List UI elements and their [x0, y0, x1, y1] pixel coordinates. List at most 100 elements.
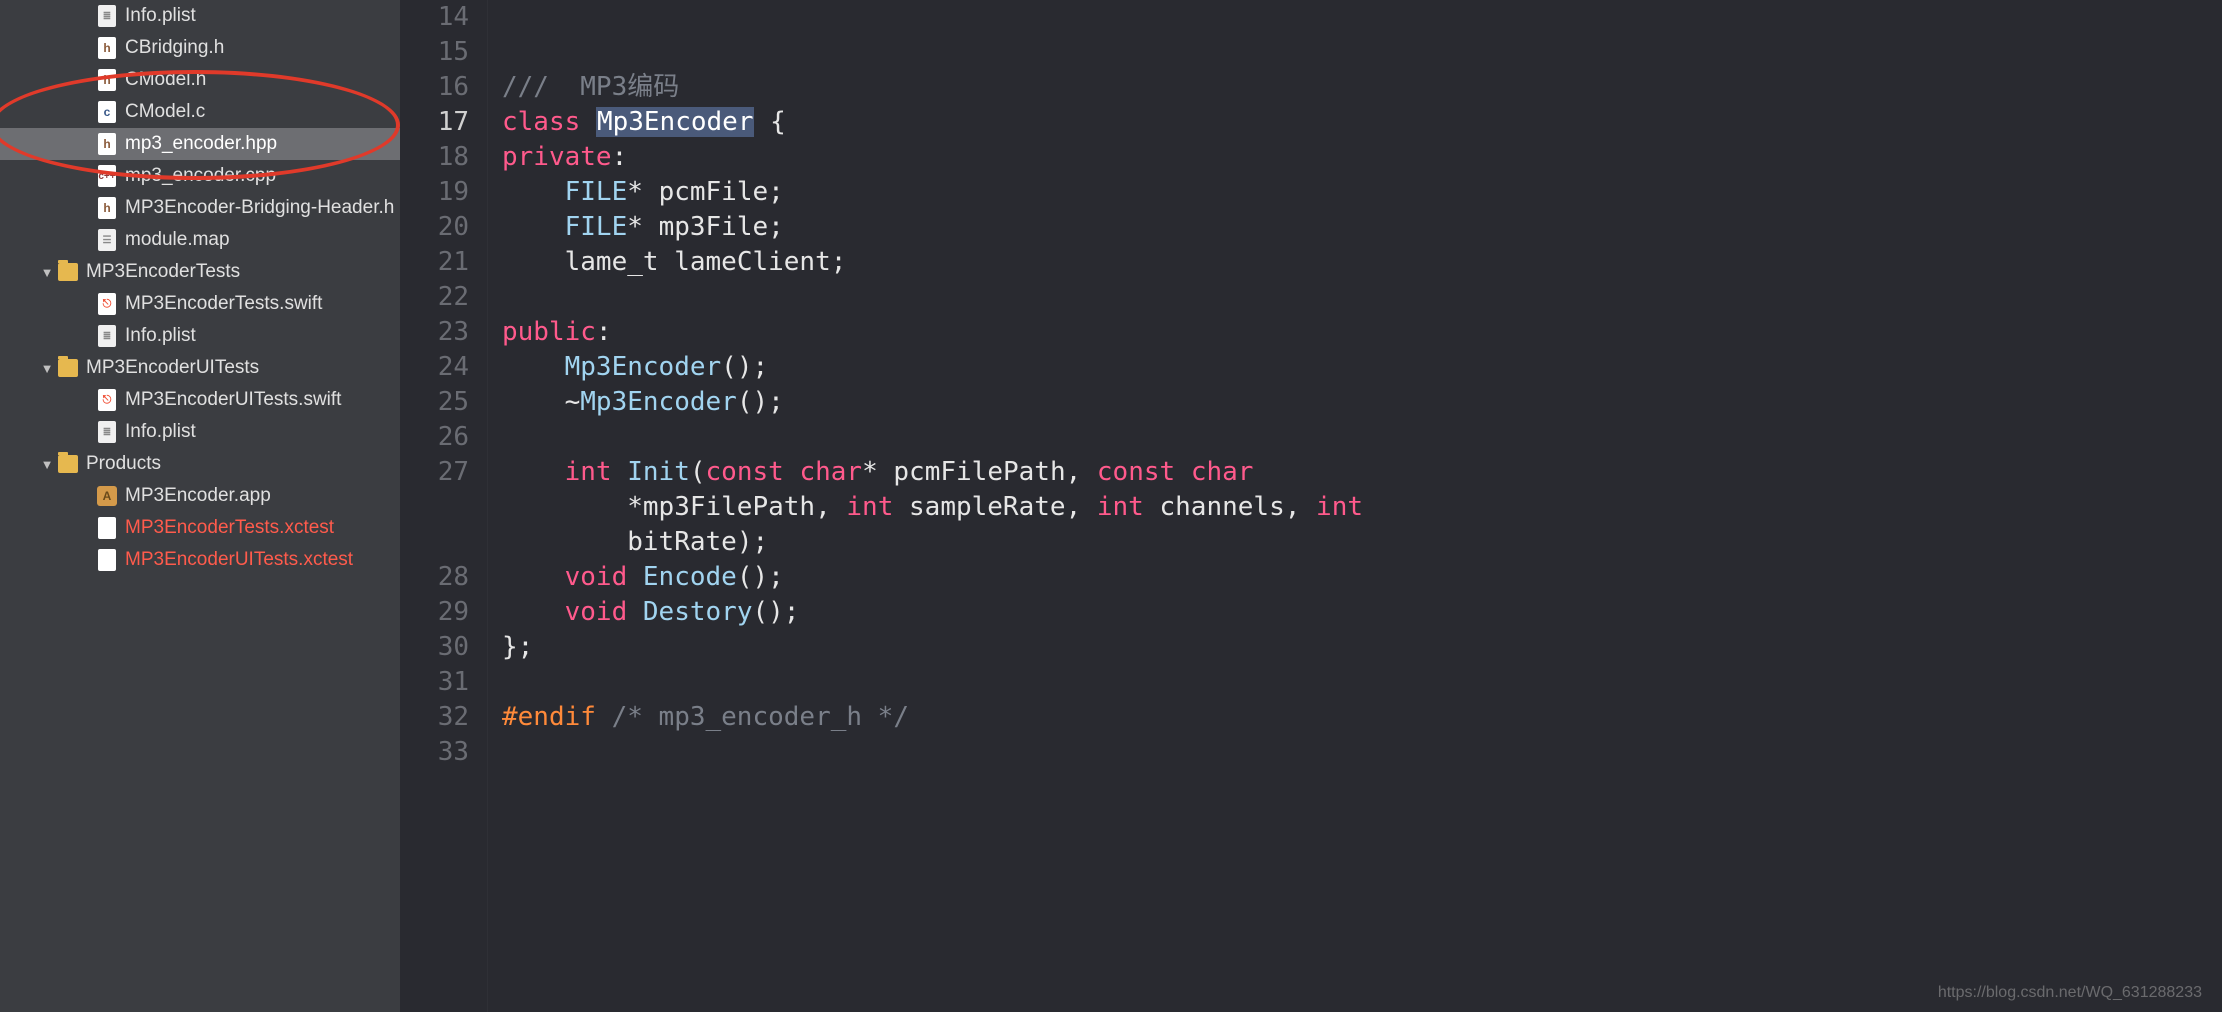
file-tree-item-label: CModel.c [125, 101, 205, 123]
h-file-icon: h [97, 196, 117, 220]
code-editor[interactable]: 1415161718192021222324252627282930313233… [400, 0, 2222, 1012]
file-tree-item-6[interactable]: h MP3Encoder-Bridging-Header.h [0, 192, 400, 224]
disclosure-triangle-icon [79, 9, 93, 23]
app-file-icon: A [97, 484, 117, 508]
code-line[interactable] [502, 665, 2222, 700]
line-number: 19 [400, 175, 469, 210]
file-tree-item-11[interactable]: ▼ MP3EncoderUITests [0, 352, 400, 384]
code-line[interactable]: int Init(const char* pcmFilePath, const … [502, 455, 2222, 490]
file-tree-item-label: MP3EncoderUITests [86, 357, 259, 379]
line-number: 22 [400, 280, 469, 315]
file-tree-item-9[interactable]: ⎋ MP3EncoderTests.swift [0, 288, 400, 320]
file-tree-item-label: Products [86, 453, 161, 475]
file-tree-item-8[interactable]: ▼ MP3EncoderTests [0, 256, 400, 288]
folder-file-icon [58, 260, 78, 284]
line-number: 28 [400, 560, 469, 595]
code-line[interactable]: class Mp3Encoder { [502, 105, 2222, 140]
file-tree-item-label: MP3EncoderTests.swift [125, 293, 322, 315]
folder-file-icon [58, 452, 78, 476]
disclosure-triangle-icon [79, 169, 93, 183]
code-line[interactable]: private: [502, 140, 2222, 175]
disclosure-triangle-icon [79, 297, 93, 311]
line-number: 31 [400, 665, 469, 700]
code-line[interactable]: FILE* pcmFile; [502, 175, 2222, 210]
line-number: 21 [400, 245, 469, 280]
line-number: 27 [400, 455, 469, 490]
code-line[interactable]: void Encode(); [502, 560, 2222, 595]
line-number: 15 [400, 35, 469, 70]
file-tree-item-label: Info.plist [125, 325, 196, 347]
code-line[interactable]: bitRate); [502, 525, 2222, 560]
code-line[interactable]: }; [502, 630, 2222, 665]
swift-file-icon: ⎋ [97, 388, 117, 412]
disclosure-triangle-icon[interactable]: ▼ [40, 457, 54, 471]
file-tree-item-4[interactable]: hmp3_encoder.hpp [0, 128, 400, 160]
code-line[interactable] [502, 0, 2222, 35]
line-number [400, 490, 469, 525]
code-line[interactable] [502, 35, 2222, 70]
line-number: 33 [400, 735, 469, 770]
code-line[interactable]: /// MP3编码 [502, 70, 2222, 105]
disclosure-triangle-icon [79, 393, 93, 407]
h-file-icon: h [97, 36, 117, 60]
folder-file-icon [58, 356, 78, 380]
line-number [400, 525, 469, 560]
file-tree-item-7[interactable]: ☰module.map [0, 224, 400, 256]
code-line[interactable] [502, 735, 2222, 770]
code-line[interactable]: FILE* mp3File; [502, 210, 2222, 245]
code-line[interactable]: ~Mp3Encoder(); [502, 385, 2222, 420]
disclosure-triangle-icon [79, 553, 93, 567]
disclosure-triangle-icon [79, 425, 93, 439]
code-area[interactable]: /// MP3编码class Mp3Encoder {private: FILE… [488, 0, 2222, 1012]
file-tree-item-label: Info.plist [125, 421, 196, 443]
file-tree-item-15[interactable]: A MP3Encoder.app [0, 480, 400, 512]
c-file-icon: c [97, 100, 117, 124]
disclosure-triangle-icon[interactable]: ▼ [40, 265, 54, 279]
disclosure-triangle-icon [79, 73, 93, 87]
file-tree-item-10[interactable]: ≣Info.plist [0, 320, 400, 352]
swift-file-icon: ⎋ [97, 292, 117, 316]
file-tree-item-label: MP3EncoderTests.xctest [125, 517, 334, 539]
file-tree-item-2[interactable]: hCModel.h [0, 64, 400, 96]
code-line[interactable] [502, 280, 2222, 315]
file-tree-item-label: MP3EncoderUITests.xctest [125, 549, 353, 571]
file-tree-item-13[interactable]: ≣Info.plist [0, 416, 400, 448]
line-number: 29 [400, 595, 469, 630]
file-tree-item-label: MP3EncoderTests [86, 261, 240, 283]
code-line[interactable]: void Destory(); [502, 595, 2222, 630]
code-line[interactable]: public: [502, 315, 2222, 350]
h-file-icon: h [97, 68, 117, 92]
file-tree-item-0[interactable]: ≣Info.plist [0, 0, 400, 32]
code-line[interactable]: *mp3FilePath, int sampleRate, int channe… [502, 490, 2222, 525]
test-file-icon [97, 548, 117, 572]
line-number-gutter: 1415161718192021222324252627282930313233 [400, 0, 488, 1012]
line-number: 32 [400, 700, 469, 735]
line-number: 23 [400, 315, 469, 350]
disclosure-triangle-icon [79, 201, 93, 215]
code-line[interactable] [502, 420, 2222, 455]
file-tree-item-12[interactable]: ⎋MP3EncoderUITests.swift [0, 384, 400, 416]
file-navigator[interactable]: ≣Info.plisthCBridging.hhCModel.hcCModel.… [0, 0, 400, 1012]
code-line[interactable]: #endif /* mp3_encoder_h */ [502, 700, 2222, 735]
disclosure-triangle-icon [79, 41, 93, 55]
file-tree-item-16[interactable]: MP3EncoderTests.xctest [0, 512, 400, 544]
disclosure-triangle-icon [79, 105, 93, 119]
test-file-icon [97, 516, 117, 540]
file-tree-item-1[interactable]: hCBridging.h [0, 32, 400, 64]
line-number: 14 [400, 0, 469, 35]
code-line[interactable]: lame_t lameClient; [502, 245, 2222, 280]
file-tree-item-label: mp3_encoder.cpp [125, 165, 276, 187]
file-tree-item-3[interactable]: c CModel.c [0, 96, 400, 128]
module-file-icon: ☰ [97, 228, 117, 252]
disclosure-triangle-icon [79, 233, 93, 247]
file-tree-item-label: MP3Encoder-Bridging-Header.h [125, 197, 394, 219]
file-tree-item-17[interactable]: MP3EncoderUITests.xctest [0, 544, 400, 576]
file-tree-item-5[interactable]: c++mp3_encoder.cpp [0, 160, 400, 192]
disclosure-triangle-icon[interactable]: ▼ [40, 361, 54, 375]
file-tree-item-label: MP3Encoder.app [125, 485, 271, 507]
line-number: 26 [400, 420, 469, 455]
disclosure-triangle-icon [79, 489, 93, 503]
file-tree-item-14[interactable]: ▼ Products [0, 448, 400, 480]
line-number: 20 [400, 210, 469, 245]
code-line[interactable]: Mp3Encoder(); [502, 350, 2222, 385]
